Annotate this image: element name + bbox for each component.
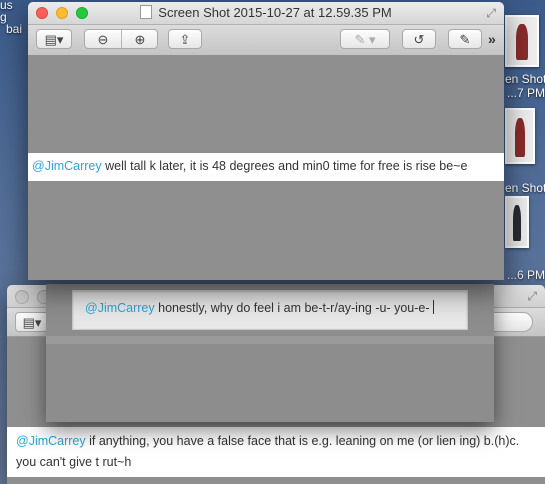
sidebar-button[interactable]: ▤▾ bbox=[15, 312, 49, 332]
zoom-in-icon[interactable]: ⊕ bbox=[122, 30, 158, 50]
share-button[interactable]: ⇪ bbox=[168, 29, 202, 49]
desktop-file-label[interactable]: en Shot bbox=[505, 181, 545, 195]
mention-link[interactable]: @JimCarrey bbox=[16, 434, 86, 448]
zoom-control: ⊖ ⊕ bbox=[84, 29, 158, 49]
rotate-icon: ↺ bbox=[413, 32, 425, 47]
text-caret bbox=[432, 300, 434, 314]
fullscreen-icon[interactable]: ⤢ bbox=[486, 6, 496, 21]
zoom-out-icon[interactable]: ⊖ bbox=[85, 30, 121, 50]
overflow-chevrons-icon[interactable]: » bbox=[488, 31, 496, 47]
toolbar: ▤▾ ⊖ ⊕ ⇪ ✎ ▾ ↺ ✎ » bbox=[28, 25, 504, 56]
desktop-file-label[interactable]: ...7 PM bbox=[507, 86, 545, 100]
preview-window-main: Screen Shot 2015-10-27 at 12.59.35 PM ⤢ … bbox=[28, 2, 504, 280]
window-title-text: Screen Shot 2015-10-27 at 12.59.35 PM bbox=[158, 5, 392, 20]
mention-link[interactable]: @JimCarrey bbox=[85, 301, 155, 315]
preview-window-middle: @JimCarrey honestly, why do feel i am be… bbox=[46, 284, 494, 422]
message-text: well tall k later, it is 48 degrees and … bbox=[101, 159, 468, 173]
fullscreen-icon[interactable]: ⤢ bbox=[527, 289, 537, 304]
divider bbox=[46, 336, 494, 344]
title-bar: Screen Shot 2015-10-27 at 12.59.35 PM ⤢ bbox=[28, 2, 504, 25]
mention-link[interactable]: @JimCarrey bbox=[32, 159, 102, 173]
share-icon: ⇪ bbox=[179, 32, 191, 47]
markup-pen-button[interactable]: ✎ ▾ bbox=[340, 29, 390, 49]
preview-canvas: @JimCarrey well tall k later, it is 48 d… bbox=[28, 55, 504, 280]
desktop-file-label[interactable]: ...6 PM bbox=[507, 268, 545, 282]
rotate-button[interactable]: ↺ bbox=[402, 29, 436, 49]
message-text: you can't give t rut~h bbox=[16, 455, 132, 469]
input-text: honestly, why do feel i am be-t-r/ay-ing… bbox=[154, 301, 430, 315]
desktop-file-thumbnail[interactable] bbox=[505, 15, 539, 67]
message-text: if anything, you have a false face that … bbox=[85, 434, 520, 448]
sidebar-icon: ▤▾ bbox=[44, 32, 64, 47]
tweet-input-field[interactable]: @JimCarrey honestly, why do feel i am be… bbox=[72, 290, 468, 330]
edit-icon: ✎ bbox=[459, 32, 471, 47]
desktop-file-thumbnail[interactable] bbox=[505, 108, 535, 164]
close-button[interactable] bbox=[15, 290, 29, 304]
message-text-block: @JimCarrey if anything, you have a false… bbox=[7, 427, 545, 477]
edit-button[interactable]: ✎ bbox=[448, 29, 482, 49]
desktop-file-label[interactable]: en Shot bbox=[505, 72, 545, 86]
sidebar-button[interactable]: ▤▾ bbox=[36, 29, 72, 49]
desktop-label: bai bbox=[6, 22, 23, 36]
window-title: Screen Shot 2015-10-27 at 12.59.35 PM bbox=[28, 5, 504, 20]
message-text-line: @JimCarrey well tall k later, it is 48 d… bbox=[28, 153, 504, 181]
sidebar-icon: ▤▾ bbox=[22, 315, 42, 330]
document-icon bbox=[140, 5, 153, 19]
markup-pen-icon: ✎ ▾ bbox=[354, 32, 376, 47]
desktop-file-thumbnail[interactable] bbox=[505, 196, 529, 248]
